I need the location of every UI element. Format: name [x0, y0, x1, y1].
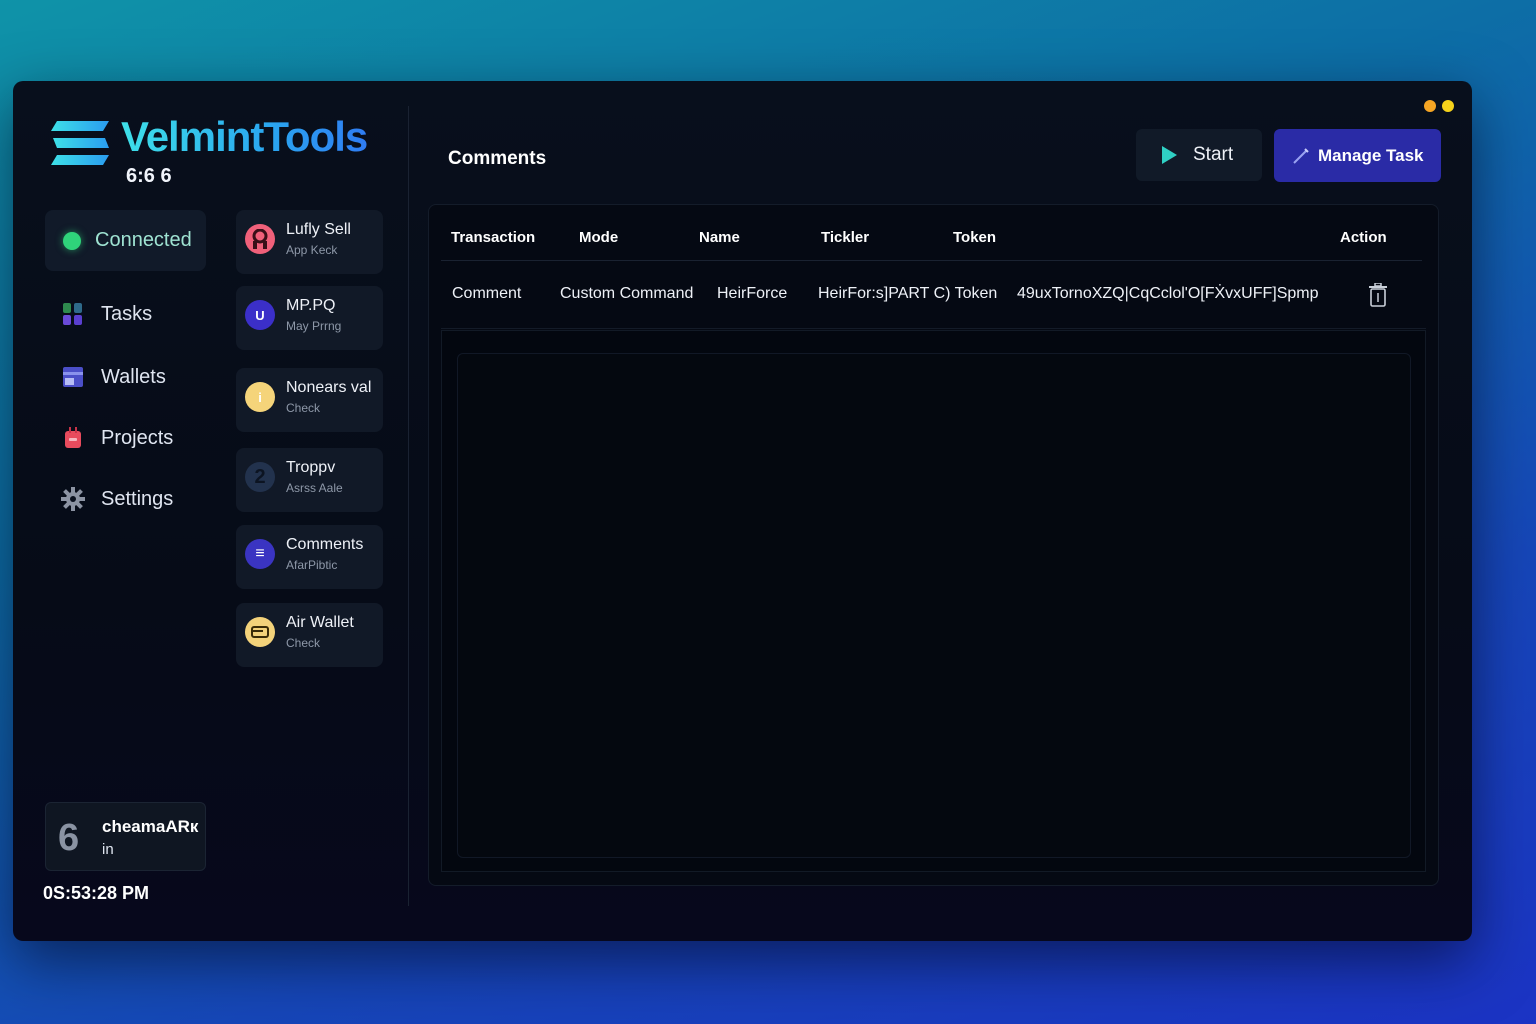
app-window: VelmintTools 6:6 6 Connected Tasks Walle…	[13, 81, 1472, 941]
sidebar-item-wallets[interactable]: Wallets	[61, 361, 166, 393]
header-divider	[441, 260, 1422, 261]
task-subtitle: Asrss Aale	[286, 481, 343, 495]
column-header-mode[interactable]: Mode	[579, 229, 618, 246]
card-icon	[245, 617, 275, 647]
manage-task-button-label: Manage Task	[1318, 145, 1424, 165]
number-icon: 2	[245, 462, 275, 492]
user-name: cheamaARк	[102, 817, 199, 836]
row-divider	[441, 328, 1426, 329]
sidebar-item-label: Projects	[101, 426, 174, 449]
tasks-table: Transaction Mode Name Tickler Token Acti…	[428, 204, 1439, 886]
table-cell-tickler: HeirFor:s]PART C) Token	[818, 285, 998, 302]
table-cell-name: HeirForce	[717, 285, 788, 302]
task-card-comments[interactable]: ≡ Comments AfarPibtic	[236, 525, 383, 589]
task-card-air-wallet[interactable]: Air Wallet Check	[236, 603, 383, 667]
status-dot-icon	[63, 231, 81, 250]
task-card-mp-pq[interactable]: U MP.PQ May Prrng	[236, 286, 383, 350]
task-subtitle: Check	[286, 401, 321, 415]
task-card-troppv[interactable]: 2 Troppv Asrss Aale	[236, 448, 383, 512]
window-dot-yellow[interactable]	[1442, 100, 1454, 112]
table-cell-transaction: Comment	[452, 285, 522, 302]
sidebar-item-tasks[interactable]: Tasks	[61, 298, 152, 330]
comments-icon: ≡	[245, 539, 275, 569]
connection-status[interactable]: Connected	[45, 210, 206, 271]
user-card[interactable]: 6 cheamaARк in	[45, 802, 206, 871]
gear-icon	[61, 487, 85, 511]
play-icon	[1162, 146, 1177, 164]
user-status: in	[102, 841, 114, 858]
clock: 0S:53:28 PM	[43, 883, 150, 903]
sidebar-item-label: Wallets	[101, 365, 166, 388]
wand-icon	[1293, 147, 1309, 164]
sidebar-item-label: Tasks	[101, 302, 153, 325]
column-header-tickler[interactable]: Tickler	[821, 229, 869, 246]
task-card-nonears-val[interactable]: i Nonears val Check	[236, 368, 383, 432]
sidebar-item-projects[interactable]: Projects	[61, 422, 173, 454]
trash-icon[interactable]	[1367, 283, 1389, 307]
projects-icon	[65, 427, 81, 448]
task-card-lufly-sell[interactable]: Lufly Sell App Keck	[236, 210, 383, 274]
task-subtitle: App Keck	[286, 243, 338, 257]
brand-name: VelmintTools	[121, 113, 368, 160]
avatar: 6	[58, 817, 80, 859]
manage-task-button[interactable]: Manage Task	[1274, 129, 1441, 182]
column-header-action[interactable]: Action	[1340, 229, 1387, 246]
task-title: Air Wallet	[286, 614, 354, 631]
task-title: Lufly Sell	[286, 221, 351, 238]
sidebar-item-label: Settings	[101, 487, 174, 510]
start-button-label: Start	[1193, 144, 1234, 165]
sidebar-item-settings[interactable]: Settings	[61, 483, 173, 515]
column-header-transaction[interactable]: Transaction	[451, 229, 535, 246]
task-subtitle: AfarPibtic	[286, 558, 338, 572]
table-cell-token: 49uxTornoXZQ|CqCclol'O[FẊvxUFF]Spmp	[1017, 285, 1319, 302]
column-header-token[interactable]: Token	[953, 229, 996, 246]
task-title: Comments	[286, 536, 364, 553]
brand-subtitle: 6:6 6	[126, 165, 172, 187]
badge-icon: U	[245, 300, 275, 330]
task-title: Troppv	[286, 459, 336, 476]
details-panel	[441, 330, 1426, 872]
info-icon: i	[245, 382, 275, 412]
task-subtitle: May Prrng	[286, 319, 342, 333]
column-header-name[interactable]: Name	[699, 229, 740, 246]
connection-status-label: Connected	[95, 229, 192, 251]
start-button[interactable]: Start	[1136, 129, 1262, 181]
page-title: Comments	[448, 148, 547, 169]
details-content-area	[457, 353, 1411, 858]
task-title: MP.PQ	[286, 297, 336, 314]
window-controls	[1424, 100, 1454, 112]
tasks-icon	[63, 303, 82, 325]
wallet-icon	[63, 367, 83, 387]
task-title: Nonears val	[286, 379, 372, 396]
logo-icon	[51, 121, 109, 165]
divider	[408, 106, 409, 906]
task-subtitle: Check	[286, 636, 321, 650]
table-cell-mode: Custom Command	[560, 285, 694, 302]
window-dot-orange[interactable]	[1424, 100, 1436, 112]
user-icon	[245, 224, 275, 254]
